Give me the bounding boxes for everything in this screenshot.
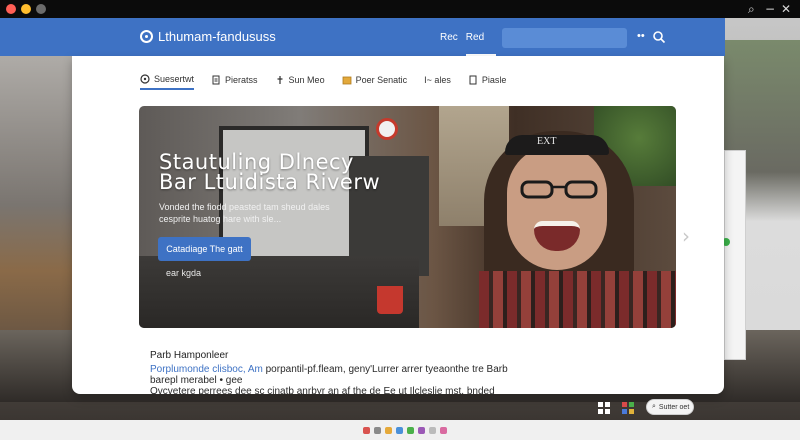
hero-title: Stautuling Dlnecy Bar Ltuidista Riverw [159, 150, 381, 194]
hero-secondary-link[interactable]: ear kgda [166, 268, 201, 278]
tab-pieratss[interactable]: Pieratss [211, 70, 258, 90]
dock-app-purple-icon[interactable] [418, 427, 425, 434]
cup-icon [377, 286, 403, 314]
section-line1-rest: porpantil-pf.fleam, geny'Lurrer arrer ty… [262, 364, 508, 375]
tab-label: Suesertwt [154, 74, 195, 84]
close-icon[interactable]: ✕ [781, 1, 791, 17]
nav-links: Rec Red [440, 32, 484, 43]
circle-icon [140, 74, 150, 84]
dock-app-blue-icon[interactable] [396, 427, 403, 434]
logo-icon [140, 30, 153, 43]
dock-app-red-icon[interactable] [363, 427, 370, 434]
main-card: Suesertwt Pieratss Sun Meo Poer Senatic … [72, 56, 724, 394]
tab-sun-meo[interactable]: Sun Meo [275, 70, 325, 90]
tab-label: I~ ales [424, 75, 451, 85]
tab-bar: Suesertwt Pieratss Sun Meo Poer Senatic … [140, 70, 506, 90]
tab-piasle[interactable]: Piasle [468, 70, 507, 90]
dock-app-orange-icon[interactable] [385, 427, 392, 434]
window-titlebar: ⌕ − ✕ [0, 0, 800, 18]
document-icon [469, 75, 477, 85]
search-pill[interactable]: ⌕ Sutter oet [646, 399, 694, 415]
tab-label: Pieratss [225, 75, 258, 85]
chevron-right-icon[interactable]: › [682, 224, 690, 248]
search-icon: ⌕ [652, 403, 656, 410]
brand[interactable]: Lthumam-fandususs [140, 29, 276, 44]
close-window-button[interactable] [6, 4, 16, 14]
hero-title-line2: Bar Ltuidista Riverw [159, 170, 381, 194]
section-line3: Ovcvetere perrees dee sc cinatb anrbyr a… [150, 386, 495, 394]
minimize-icon[interactable]: − [765, 1, 775, 17]
dock-items [363, 427, 447, 434]
headband-text: EXT [537, 136, 557, 147]
nav-link-red[interactable]: Red [466, 32, 484, 43]
person-headband [505, 135, 609, 155]
more-icon[interactable]: •• [637, 30, 645, 42]
minimize-window-button[interactable] [21, 4, 31, 14]
search-icon[interactable]: ⌕ [748, 1, 755, 17]
section-link[interactable]: Porplumonde clisboc, Am [150, 364, 263, 375]
section-line2: barepl merabel • gee [150, 375, 243, 386]
tab-ales[interactable]: I~ ales [424, 70, 451, 90]
hero-cta-button[interactable]: Catadiage The gatt [158, 237, 251, 261]
hero-subtitle: Vonded the fiodd peasted tam sheud dales… [159, 202, 330, 224]
background-left [0, 40, 75, 370]
clock-icon [376, 118, 398, 140]
section-line1: Porplumonde clisboc, Am porpantil-pf.fle… [150, 364, 620, 375]
pin-icon [277, 76, 283, 84]
dock-app-pink-icon[interactable] [440, 427, 447, 434]
person-shirt [479, 271, 676, 328]
apps-icon[interactable] [622, 402, 634, 414]
tab-poer-senatic[interactable]: Poer Senatic [342, 70, 408, 90]
hero-banner: EXT Stautuling Dlnecy Bar Ltuidista Rive… [139, 106, 676, 328]
section-heading: Parb Hamponleer [150, 350, 229, 361]
document-icon [212, 75, 220, 85]
hero-person: EXT [479, 121, 676, 328]
dock-app-gray-icon[interactable] [374, 427, 381, 434]
dock-app-light-icon[interactable] [429, 427, 436, 434]
tab-suesertwt[interactable]: Suesertwt [140, 70, 195, 90]
tab-label: Piasle [481, 75, 507, 85]
glasses-icon [520, 180, 598, 199]
person-face [507, 145, 607, 270]
tab-label: Poer Senatic [355, 75, 408, 85]
dock-app-green-icon[interactable] [407, 427, 414, 434]
search-icon[interactable] [652, 30, 666, 44]
search-input[interactable] [502, 28, 627, 48]
grid-icon[interactable] [598, 402, 610, 414]
brand-name: Lthumam-fandususs [158, 29, 276, 44]
hero-title-line1: Stautuling Dlnecy [159, 150, 354, 174]
side-panel [724, 150, 746, 360]
tab-label: Sun Meo [288, 75, 325, 85]
nav-link-rec[interactable]: Rec [440, 32, 458, 43]
folder-icon [342, 76, 351, 85]
search-pill-label: Sutter oet [658, 403, 690, 411]
content-section: Parb Hamponleer Porplumonde clisboc, Am … [150, 350, 620, 394]
zoom-window-button[interactable] [36, 4, 46, 14]
